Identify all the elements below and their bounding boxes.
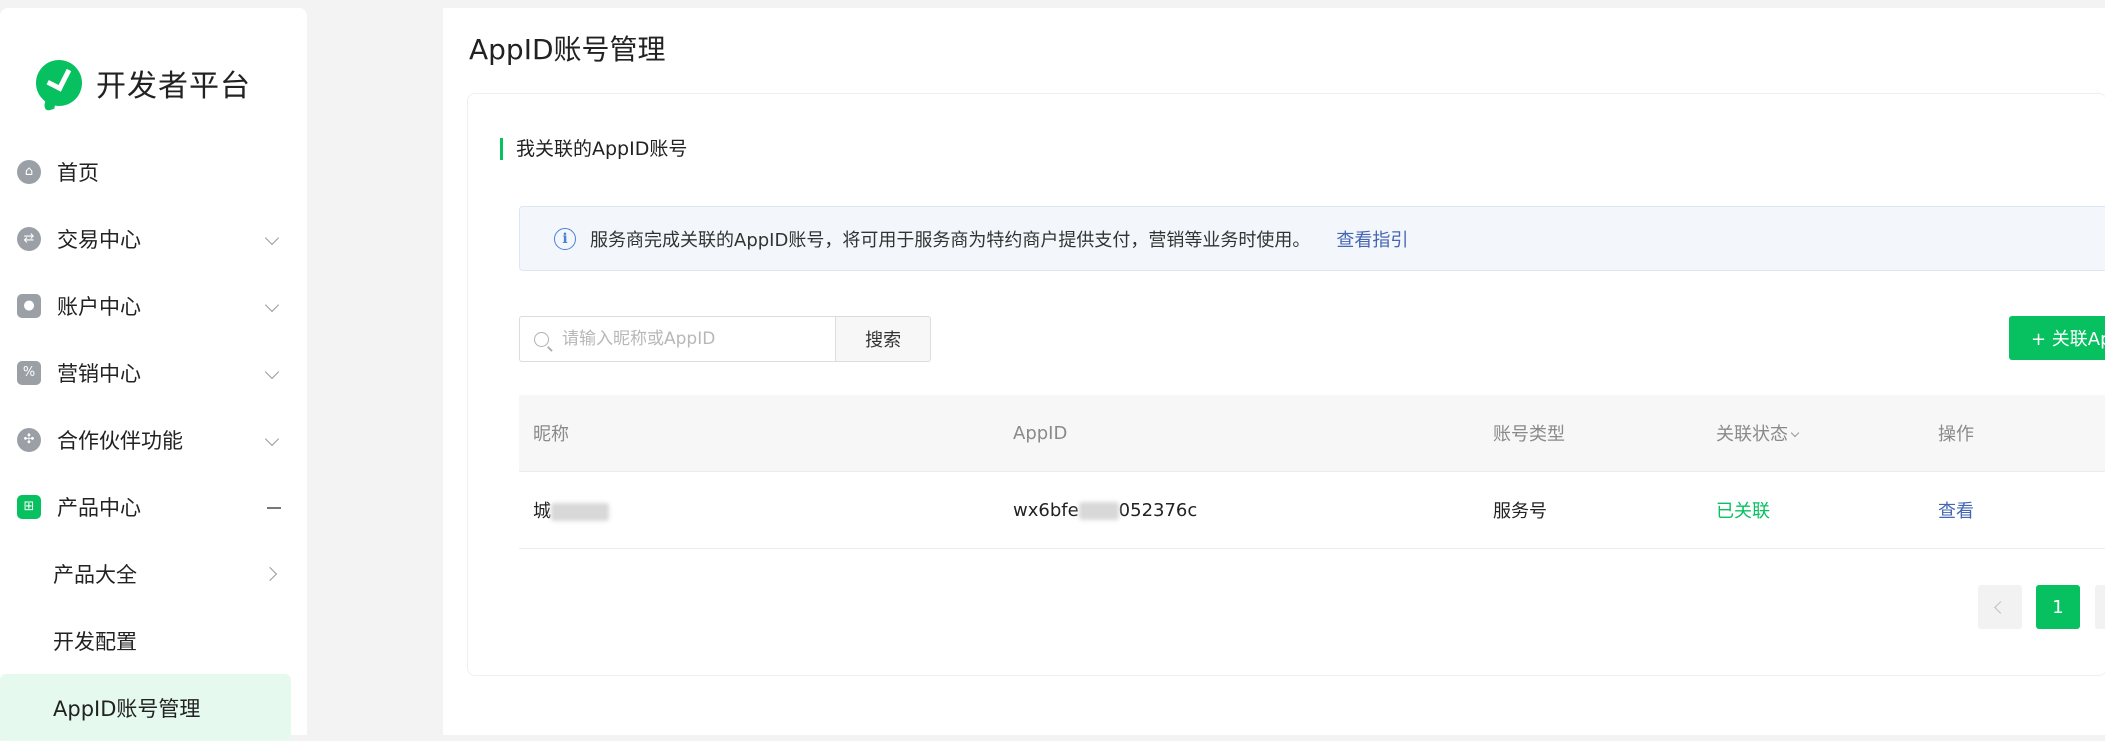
exchange-icon: ⇄ bbox=[17, 226, 41, 251]
sidebar-item-label: 交易中心 bbox=[57, 227, 141, 252]
column-header-action: 操作 bbox=[1938, 424, 1974, 445]
sidebar-subitem-label: AppID账号管理 bbox=[53, 696, 201, 721]
sidebar-item-label: 首页 bbox=[57, 160, 99, 185]
chevron-down-icon bbox=[1790, 428, 1800, 438]
prev-page-button[interactable] bbox=[1978, 585, 2022, 629]
sidebar-item-product-center[interactable]: ⊞ 产品中心 bbox=[0, 473, 307, 540]
column-header-appid: AppID bbox=[1013, 422, 1068, 444]
sidebar-item-partner-functions[interactable]: ✣ 合作伙伴功能 bbox=[0, 406, 307, 473]
page-title: AppID账号管理 bbox=[469, 33, 666, 66]
view-link[interactable]: 查看 bbox=[1924, 497, 2105, 523]
sidebar-item-trade-center[interactable]: ⇄ 交易中心 bbox=[0, 205, 307, 272]
next-page-button[interactable] bbox=[2095, 585, 2105, 629]
column-header-nickname: 昵称 bbox=[533, 424, 569, 445]
chevron-down-icon bbox=[264, 431, 280, 447]
partner-icon: ✣ bbox=[17, 427, 41, 452]
cell-nickname: 城 bbox=[519, 497, 999, 523]
section-title: 我关联的AppID账号 bbox=[500, 138, 687, 160]
view-guide-link[interactable]: 查看指引 bbox=[1336, 226, 1408, 252]
table-header: 昵称 AppID 账号类型 关联状态 操作 bbox=[519, 395, 2105, 472]
collapse-icon bbox=[267, 507, 281, 509]
sidebar-subitem-all-products[interactable]: 产品大全 bbox=[0, 540, 307, 607]
logo-text: 开发者平台 bbox=[96, 69, 251, 104]
chevron-down-icon bbox=[264, 297, 280, 313]
sidebar-item-label: 合作伙伴功能 bbox=[57, 428, 183, 453]
nickname-text: 城 bbox=[533, 501, 551, 522]
appid-table: 昵称 AppID 账号类型 关联状态 操作 城 wx6bfe 052376c 服务… bbox=[519, 395, 2105, 549]
sidebar-item-label: 账户中心 bbox=[57, 294, 141, 319]
account-icon: ● bbox=[17, 293, 41, 318]
sidebar-item-marketing-center[interactable]: % 营销中心 bbox=[0, 339, 307, 406]
home-icon: ⌂ bbox=[17, 159, 41, 184]
product-grid-icon: ⊞ bbox=[17, 494, 41, 519]
cell-appid: wx6bfe 052376c bbox=[999, 500, 1479, 521]
logo[interactable]: 开发者平台 bbox=[30, 54, 251, 112]
sidebar-subitem-appid-management[interactable]: AppID账号管理 bbox=[0, 674, 291, 741]
page-button-current[interactable]: 1 bbox=[2036, 585, 2080, 629]
appid-card: 我关联的AppID账号 i 服务商完成关联的AppID账号，将可用于服务商为特约… bbox=[467, 93, 2105, 676]
sidebar-item-label: 营销中心 bbox=[57, 361, 141, 386]
info-notice: i 服务商完成关联的AppID账号，将可用于服务商为特约商户提供支付，营销等业务… bbox=[519, 206, 2105, 271]
chevron-down-icon bbox=[264, 230, 280, 246]
redacted-blur bbox=[551, 503, 609, 521]
chevron-left-icon bbox=[1993, 600, 2007, 614]
sidebar-nav: ⌂ 首页 ⇄ 交易中心 ● 账户中心 % 营销中心 ✣ 合作伙伴功能 ⊞ 产品中… bbox=[0, 138, 307, 741]
marketing-icon: % bbox=[17, 360, 41, 385]
column-header-account-type: 账号类型 bbox=[1493, 424, 1565, 445]
appid-prefix: wx6bfe bbox=[1013, 499, 1079, 521]
main-content: AppID账号管理 我关联的AppID账号 i 服务商完成关联的AppID账号，… bbox=[443, 8, 2105, 735]
sidebar-item-label: 产品中心 bbox=[57, 495, 141, 520]
link-appid-button[interactable]: + 关联AppID bbox=[2009, 316, 2105, 360]
sidebar-item-account-center[interactable]: ● 账户中心 bbox=[0, 272, 307, 339]
chevron-right-icon bbox=[262, 566, 278, 582]
column-header-status-label: 关联状态 bbox=[1716, 424, 1788, 445]
wechat-pay-logo-icon bbox=[30, 54, 88, 112]
chevron-down-icon bbox=[264, 364, 280, 380]
table-row: 城 wx6bfe 052376c 服务号 已关联 查看 bbox=[519, 472, 2105, 549]
info-icon: i bbox=[554, 227, 576, 250]
redacted-blur bbox=[1078, 501, 1119, 520]
sidebar: 开发者平台 ⌂ 首页 ⇄ 交易中心 ● 账户中心 % 营销中心 ✣ 合作伙伴功能… bbox=[0, 8, 307, 741]
column-header-status[interactable]: 关联状态 bbox=[1702, 420, 1924, 446]
search-icon bbox=[534, 331, 549, 347]
search-input[interactable] bbox=[560, 328, 820, 350]
search-input-wrap[interactable] bbox=[519, 316, 836, 362]
notice-text: 服务商完成关联的AppID账号，将可用于服务商为特约商户提供支付，营销等业务时使… bbox=[590, 229, 1311, 251]
search-button[interactable]: 搜索 bbox=[835, 316, 931, 362]
sidebar-subitem-dev-config[interactable]: 开发配置 bbox=[0, 607, 307, 674]
sidebar-subitem-label: 产品大全 bbox=[53, 562, 137, 587]
sidebar-subitem-label: 开发配置 bbox=[53, 629, 137, 654]
sidebar-item-home[interactable]: ⌂ 首页 bbox=[0, 138, 307, 205]
search-bar: 搜索 bbox=[519, 316, 931, 362]
status-badge: 已关联 bbox=[1716, 501, 1770, 522]
appid-suffix: 052376c bbox=[1118, 499, 1198, 521]
cell-account-type: 服务号 bbox=[1493, 501, 1547, 522]
